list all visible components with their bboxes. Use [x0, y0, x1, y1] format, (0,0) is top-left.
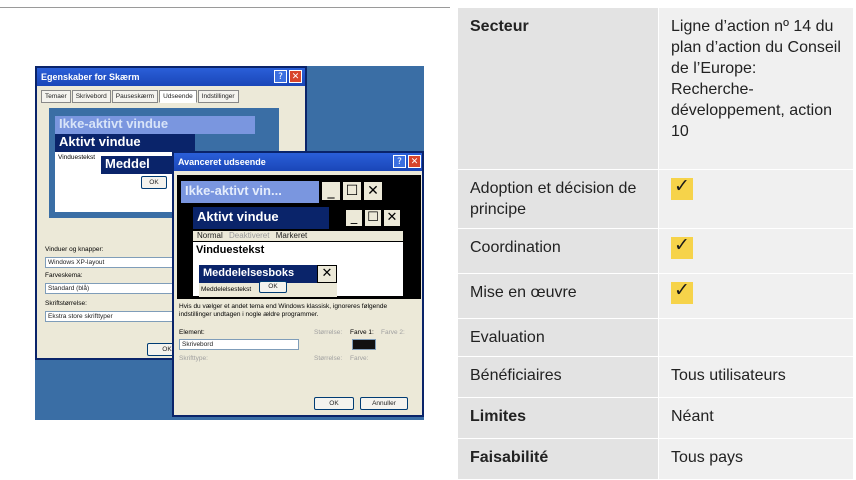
color1-picker[interactable] — [352, 339, 376, 350]
checkmark-glyph: ✓ — [673, 234, 690, 256]
help-button[interactable]: ? — [274, 70, 287, 83]
advanced-preview: Ikke-aktivt vin... _ ☐ ✕ Aktivt vindue _… — [177, 175, 421, 299]
menu-disabled: Deaktiveret — [229, 231, 270, 240]
row-label: Bénéficiaires — [457, 356, 659, 398]
info-text: Hvis du vælger et andet tema end Windows… — [179, 303, 388, 318]
table-row: Evaluation — [457, 318, 855, 357]
size2-label: Størrelse: — [314, 355, 343, 362]
row-value: Néant — [657, 397, 855, 439]
table-row: Secteur Ligne d’action nº 14 du plan d’ac… — [457, 7, 855, 170]
checkmark-icon: ✓ — [670, 234, 693, 259]
inactive-window-preview: Ikke-aktivt vindue — [55, 116, 255, 134]
table-row: Bénéficiaires Tous utilisateurs — [457, 356, 855, 398]
font-size-label: Skriftstørrelse: — [45, 300, 87, 307]
row-label: Mise en œuvre — [457, 273, 659, 319]
row-label: Secteur — [457, 7, 659, 170]
help-button-2[interactable]: ? — [393, 155, 406, 168]
close-button[interactable]: ✕ — [289, 70, 302, 83]
close-icon-2: ✕ — [383, 209, 401, 227]
info-table: Secteur Ligne d’action nº 14 du plan d’ac… — [457, 7, 855, 480]
row-value — [657, 318, 855, 357]
close-icon: ✕ — [363, 181, 383, 201]
windows-buttons-select[interactable]: Windows XP-layout — [45, 257, 175, 268]
font-label: Skrifttype: — [179, 355, 208, 362]
check-cell: ✓ — [657, 273, 855, 319]
maximize-icon-2: ☐ — [364, 209, 382, 227]
checkmark-glyph: ✓ — [673, 175, 690, 197]
active-window-preview: Aktivt vindue — [55, 134, 195, 152]
row-label: Adoption et décision de principe — [457, 169, 659, 229]
check-cell: ✓ — [657, 228, 855, 274]
preview-ok-button-2: OK — [259, 281, 287, 293]
inactive-window-preview-2: Ikke-aktivt vin... — [181, 181, 319, 203]
top-rule — [0, 7, 450, 8]
minimize-icon-2: _ — [345, 209, 363, 227]
color-scheme-select[interactable]: Standard (blå) — [45, 283, 175, 294]
minimize-icon: _ — [321, 181, 341, 201]
active-window-preview-2: Aktivt vindue — [193, 207, 329, 229]
row-value: Tous pays — [657, 438, 855, 480]
advanced-appearance-window: Avanceret udseende ? ✕ Ikke-aktivt vin..… — [172, 151, 424, 417]
table-row: Adoption et décision de principe ✓ — [457, 169, 855, 229]
menu-selected: Markeret — [275, 231, 308, 240]
checkmark-icon: ✓ — [670, 175, 693, 200]
close-button-2[interactable]: ✕ — [408, 155, 421, 168]
display-properties-titlebar: Egenskaber for Skærm — [37, 68, 305, 86]
table-row: Mise en œuvre ✓ — [457, 273, 855, 319]
tab-indstillinger[interactable]: Indstillinger — [197, 90, 239, 103]
tab-udseende[interactable]: Udseende — [159, 90, 197, 103]
ok-button[interactable]: OK — [314, 397, 354, 410]
tab-strip: Temaer Skrivebord Pauseskærm Udseende In… — [41, 90, 239, 103]
checkmark-glyph: ✓ — [673, 279, 690, 301]
table-row: Faisabilité Tous pays — [457, 438, 855, 480]
checkmark-icon: ✓ — [670, 279, 693, 304]
row-label: Limites — [457, 397, 659, 439]
check-cell: ✓ — [657, 169, 855, 229]
message-box-preview: Meddelelsesboks — [199, 265, 317, 283]
color2-label: Farve 2: — [381, 329, 405, 336]
table-row: Coordination ✓ — [457, 228, 855, 274]
cancel-button[interactable]: Annuller — [360, 397, 408, 410]
element-select[interactable]: Skrivebord — [179, 339, 299, 350]
font-size-select[interactable]: Ekstra store skrifttyper — [45, 311, 175, 322]
color-scheme-label: Farveskema: — [45, 272, 83, 279]
color-label: Farve: — [350, 355, 369, 362]
row-label: Faisabilité — [457, 438, 659, 480]
menu-normal: Normal — [197, 231, 223, 240]
table-row: Limites Néant — [457, 397, 855, 439]
window-text: Vinduestekst — [58, 154, 96, 161]
close-icon-3: ✕ — [317, 265, 337, 283]
color1-label: Farve 1: — [350, 329, 374, 336]
tab-pauseskaerm[interactable]: Pauseskærm — [111, 90, 159, 103]
element-label: Element: — [179, 329, 205, 336]
row-label: Evaluation — [457, 318, 659, 357]
maximize-icon: ☐ — [342, 181, 362, 201]
tab-temaer[interactable]: Temaer — [41, 90, 71, 103]
advanced-appearance-titlebar: Avanceret udseende — [174, 153, 422, 171]
tab-skrivebord[interactable]: Skrivebord — [71, 90, 111, 103]
screenshot-image: Egenskaber for Skærm ? ✕ Temaer Skrivebo… — [35, 66, 424, 420]
size-label: Størrelse: — [314, 329, 343, 336]
row-label: Coordination — [457, 228, 659, 274]
row-value: Ligne d’action nº 14 du plan d’action du… — [657, 7, 855, 170]
preview-ok-button: OK — [141, 176, 167, 189]
windows-buttons-label: Vinduer og knapper: — [45, 246, 104, 253]
menu-bar-preview: Normal Deaktiveret Markeret — [193, 231, 403, 241]
window-text-2: Vinduestekst — [196, 244, 265, 256]
message-text: Meddelelsestekst — [201, 286, 252, 293]
row-value: Tous utilisateurs — [657, 356, 855, 398]
